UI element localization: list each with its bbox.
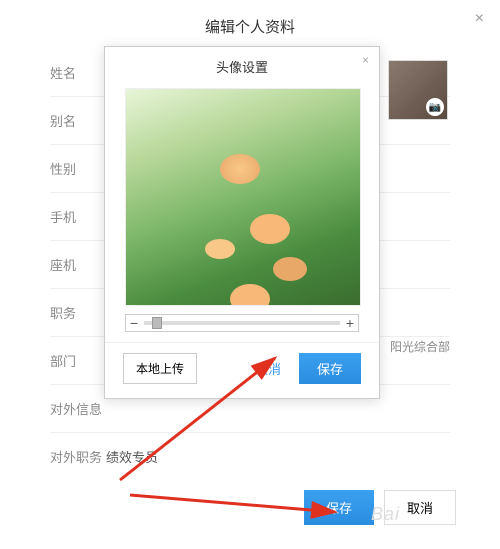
avatar-preview[interactable]: 📷 bbox=[388, 60, 448, 120]
dialog-title: 头像设置 bbox=[216, 60, 268, 75]
dialog-header: 头像设置 × bbox=[105, 47, 379, 82]
department-value: 阳光综合部 bbox=[390, 338, 450, 355]
page-title: 编辑个人资料 bbox=[205, 19, 295, 36]
zoom-in-icon[interactable]: + bbox=[346, 316, 354, 330]
slider-track[interactable] bbox=[144, 321, 340, 325]
slider-thumb[interactable] bbox=[152, 317, 162, 329]
camera-icon[interactable]: 📷 bbox=[426, 98, 444, 116]
close-icon[interactable]: × bbox=[475, 10, 484, 28]
dialog-save-button[interactable]: 保存 bbox=[299, 353, 361, 384]
save-button[interactable]: 保存 bbox=[304, 490, 374, 525]
row-external-position: 对外职务绩效专员 bbox=[50, 433, 450, 480]
zoom-slider: − + bbox=[125, 314, 359, 332]
dialog-close-icon[interactable]: × bbox=[362, 53, 369, 67]
dialog-cancel-button[interactable]: 取消 bbox=[245, 353, 291, 384]
upload-button[interactable]: 本地上传 bbox=[123, 353, 197, 384]
crop-preview[interactable] bbox=[125, 88, 361, 306]
page-header: 编辑个人资料 × bbox=[0, 0, 500, 49]
zoom-out-icon[interactable]: − bbox=[130, 316, 138, 330]
watermark: Bai bbox=[371, 504, 400, 525]
avatar-dialog: 头像设置 × − + 本地上传 取消 保存 bbox=[104, 46, 380, 399]
